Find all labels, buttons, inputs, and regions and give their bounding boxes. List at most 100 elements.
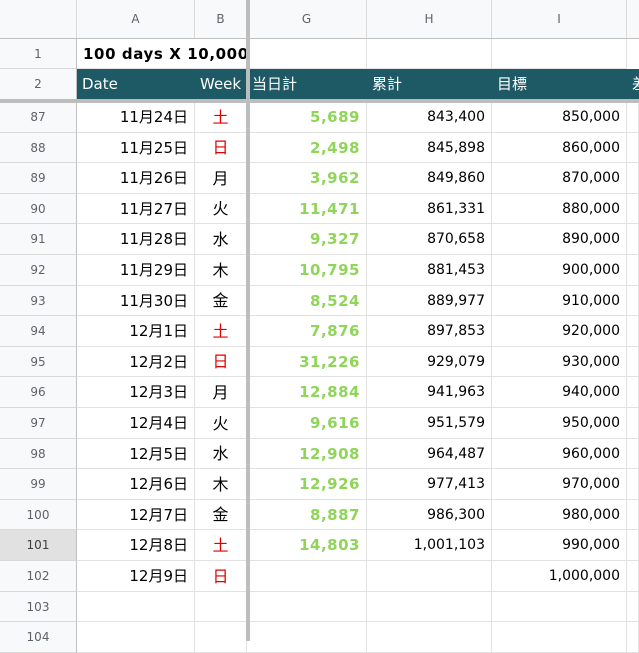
row-header[interactable]: 88 — [0, 133, 77, 163]
row-header[interactable]: 92 — [0, 255, 77, 286]
row-header[interactable]: 87 — [0, 102, 77, 133]
header-daily-total[interactable]: 当日計 — [247, 69, 367, 100]
target-cell[interactable]: 960,000 — [492, 439, 627, 469]
daily-total-cell[interactable]: 8,524 — [247, 286, 367, 316]
cumulative-cell[interactable]: 964,487 — [367, 439, 492, 469]
cell[interactable] — [627, 347, 639, 377]
sheet-title[interactable]: 100 days X 10,000 — [77, 39, 247, 69]
weekday-cell[interactable] — [195, 622, 247, 653]
freeze-divider-horizontal[interactable] — [0, 99, 639, 103]
date-cell[interactable]: 11月25日 — [77, 133, 195, 163]
weekday-cell[interactable]: 木 — [195, 469, 247, 500]
cell[interactable] — [627, 133, 639, 163]
weekday-cell[interactable]: 土 — [195, 316, 247, 347]
daily-total-cell[interactable]: 12,908 — [247, 439, 367, 469]
date-cell[interactable]: 12月7日 — [77, 500, 195, 530]
cell[interactable] — [627, 194, 639, 224]
cumulative-cell[interactable]: 941,963 — [367, 377, 492, 408]
column-header-next[interactable] — [627, 0, 639, 38]
header-cumulative[interactable]: 累計 — [367, 69, 492, 100]
column-header-h[interactable]: H — [367, 0, 492, 38]
cell[interactable] — [627, 592, 639, 622]
date-cell[interactable] — [77, 622, 195, 653]
daily-total-cell[interactable]: 5,689 — [247, 102, 367, 133]
date-cell[interactable]: 11月29日 — [77, 255, 195, 286]
date-cell[interactable] — [77, 592, 195, 622]
cell[interactable] — [627, 316, 639, 347]
cumulative-cell[interactable]: 861,331 — [367, 194, 492, 224]
daily-total-cell[interactable]: 9,327 — [247, 224, 367, 255]
daily-total-cell[interactable]: 8,887 — [247, 500, 367, 530]
weekday-cell[interactable]: 日 — [195, 347, 247, 377]
weekday-cell[interactable]: 金 — [195, 286, 247, 316]
daily-total-cell[interactable]: 10,795 — [247, 255, 367, 286]
daily-total-cell[interactable]: 9,616 — [247, 408, 367, 439]
row-header[interactable]: 93 — [0, 286, 77, 316]
cumulative-cell[interactable]: 986,300 — [367, 500, 492, 530]
daily-total-cell[interactable]: 7,876 — [247, 316, 367, 347]
target-cell[interactable]: 940,000 — [492, 377, 627, 408]
cell[interactable] — [247, 39, 367, 69]
target-cell[interactable]: 920,000 — [492, 316, 627, 347]
header-target[interactable]: 目標 — [492, 69, 627, 100]
column-header-b[interactable]: B — [195, 0, 247, 38]
weekday-cell[interactable]: 火 — [195, 194, 247, 224]
daily-total-cell[interactable]: 12,926 — [247, 469, 367, 500]
target-cell[interactable]: 1,000,000 — [492, 561, 627, 592]
date-cell[interactable]: 11月24日 — [77, 102, 195, 133]
daily-total-cell[interactable]: 31,226 — [247, 347, 367, 377]
date-cell[interactable]: 12月9日 — [77, 561, 195, 592]
weekday-cell[interactable]: 月 — [195, 163, 247, 194]
column-header-g[interactable]: G — [247, 0, 367, 38]
row-header[interactable]: 98 — [0, 439, 77, 469]
row-header[interactable]: 103 — [0, 592, 77, 622]
target-cell[interactable]: 980,000 — [492, 500, 627, 530]
date-cell[interactable]: 12月4日 — [77, 408, 195, 439]
cumulative-cell[interactable]: 929,079 — [367, 347, 492, 377]
date-cell[interactable]: 12月5日 — [77, 439, 195, 469]
header-week[interactable]: Week — [195, 69, 247, 100]
date-cell[interactable]: 11月28日 — [77, 224, 195, 255]
cell[interactable] — [627, 377, 639, 408]
target-cell[interactable]: 870,000 — [492, 163, 627, 194]
row-header[interactable]: 101 — [0, 530, 77, 561]
daily-total-cell[interactable] — [247, 622, 367, 653]
date-cell[interactable]: 12月8日 — [77, 530, 195, 561]
cell[interactable] — [492, 39, 627, 69]
target-cell[interactable]: 880,000 — [492, 194, 627, 224]
row-header[interactable]: 90 — [0, 194, 77, 224]
row-header[interactable]: 102 — [0, 561, 77, 592]
cumulative-cell[interactable]: 1,001,103 — [367, 530, 492, 561]
cell[interactable] — [627, 561, 639, 592]
cumulative-cell[interactable]: 977,413 — [367, 469, 492, 500]
target-cell[interactable]: 900,000 — [492, 255, 627, 286]
cell[interactable] — [627, 622, 639, 653]
cumulative-cell[interactable]: 843,400 — [367, 102, 492, 133]
cell[interactable] — [627, 255, 639, 286]
target-cell[interactable] — [492, 622, 627, 653]
target-cell[interactable]: 910,000 — [492, 286, 627, 316]
row-header[interactable]: 100 — [0, 500, 77, 530]
header-next[interactable]: 差 — [627, 69, 639, 100]
column-header-i[interactable]: I — [492, 0, 627, 38]
cumulative-cell[interactable]: 870,658 — [367, 224, 492, 255]
target-cell[interactable]: 850,000 — [492, 102, 627, 133]
date-cell[interactable]: 11月27日 — [77, 194, 195, 224]
target-cell[interactable]: 890,000 — [492, 224, 627, 255]
target-cell[interactable]: 860,000 — [492, 133, 627, 163]
header-date[interactable]: Date — [77, 69, 195, 100]
row-header[interactable]: 95 — [0, 347, 77, 377]
cumulative-cell[interactable]: 889,977 — [367, 286, 492, 316]
row-header[interactable]: 2 — [0, 69, 77, 100]
weekday-cell[interactable]: 日 — [195, 561, 247, 592]
weekday-cell[interactable]: 日 — [195, 133, 247, 163]
row-header[interactable]: 1 — [0, 39, 77, 69]
cell[interactable] — [627, 102, 639, 133]
select-all-corner[interactable] — [0, 0, 77, 38]
daily-total-cell[interactable]: 14,803 — [247, 530, 367, 561]
date-cell[interactable]: 11月26日 — [77, 163, 195, 194]
weekday-cell[interactable]: 土 — [195, 530, 247, 561]
cumulative-cell[interactable] — [367, 622, 492, 653]
target-cell[interactable]: 930,000 — [492, 347, 627, 377]
target-cell[interactable]: 950,000 — [492, 408, 627, 439]
